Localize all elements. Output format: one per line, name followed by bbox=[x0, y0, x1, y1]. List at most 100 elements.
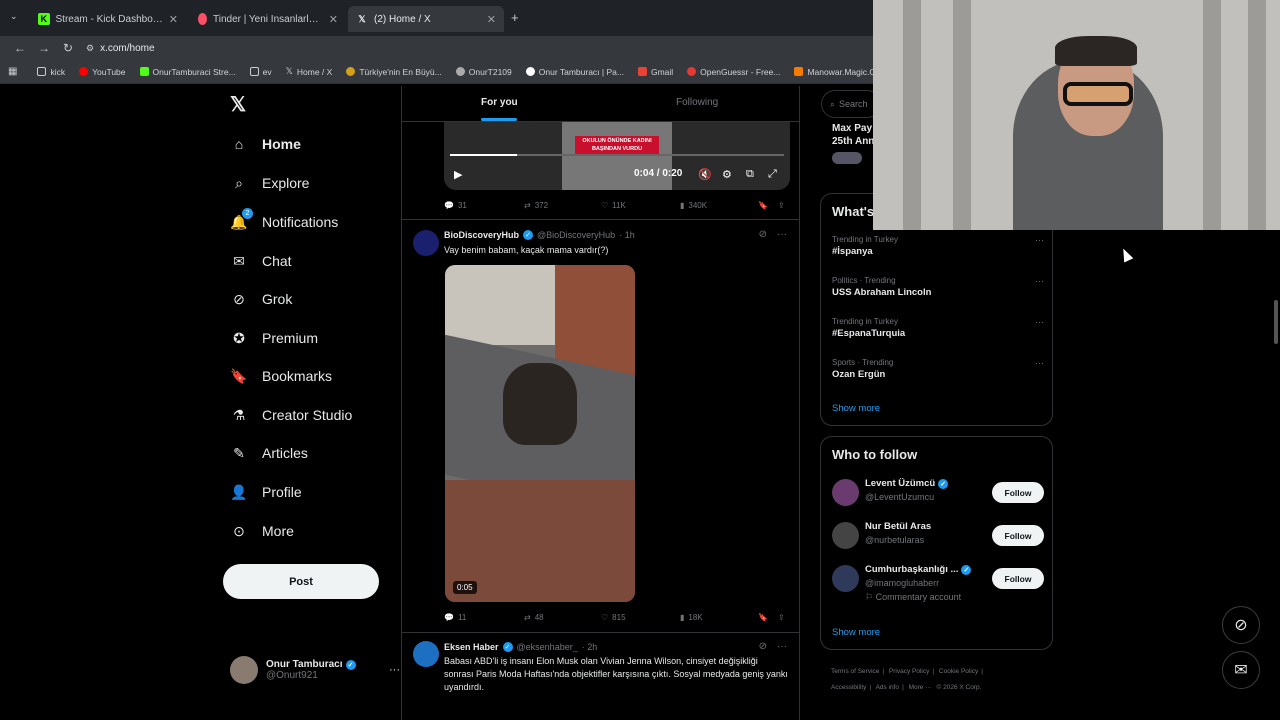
avatar[interactable] bbox=[413, 641, 439, 667]
search-input[interactable]: ⌕ Search bbox=[821, 90, 881, 118]
follow-suggestion[interactable]: Nur Betül Aras @nurbetularas Follow bbox=[832, 520, 1044, 552]
x-logo-icon[interactable]: 𝕏 bbox=[230, 92, 246, 117]
close-icon[interactable]: ✕ bbox=[329, 13, 338, 26]
trend-item[interactable]: Sports · Trending Ozan Ergün ··· bbox=[832, 358, 1044, 380]
bookmark-item[interactable]: Türkiye'nin En Büyü... bbox=[340, 67, 447, 77]
account-switcher[interactable]: Onur Tamburacı ✓ @Onurt921 ··· bbox=[230, 652, 400, 688]
sidebar-item-premium[interactable]: ✪ Premium bbox=[230, 324, 318, 352]
play-icon[interactable]: ▶ bbox=[454, 168, 462, 181]
footer-link[interactable]: Terms of Service bbox=[831, 668, 879, 675]
tweet-author-name[interactable]: BioDiscoveryHub bbox=[444, 230, 519, 240]
site-info-icon[interactable]: ⚙ bbox=[86, 43, 94, 54]
fullscreen-icon[interactable]: ⤢ bbox=[768, 168, 777, 181]
follow-button[interactable]: Follow bbox=[992, 568, 1044, 589]
views-button[interactable]: ▮ 340K bbox=[680, 201, 707, 210]
address-bar[interactable]: ⚙ x.com/home bbox=[86, 38, 155, 58]
bookmark-item[interactable]: 𝕏 Home / X bbox=[280, 66, 339, 77]
tab-tinder[interactable]: Tinder | Yeni İnsanlarla Tanış, İl... ✕ bbox=[190, 6, 346, 32]
volume-mute-icon[interactable]: 🔇 bbox=[698, 168, 712, 181]
more-icon[interactable]: ··· bbox=[1035, 317, 1044, 327]
close-icon[interactable]: ✕ bbox=[169, 13, 178, 26]
footer-link[interactable]: Ads info bbox=[876, 684, 900, 691]
more-icon[interactable]: ··· bbox=[1035, 358, 1044, 368]
video-player[interactable]: OKULUN ÖNÜNDE KADINI BAŞINDAN VURDU ▶ 0:… bbox=[444, 122, 790, 190]
tweet-time[interactable]: · 1h bbox=[619, 230, 635, 240]
share-icon[interactable]: ⇪ bbox=[778, 613, 785, 622]
tweet-author-handle[interactable]: @eksenhaber_ bbox=[517, 642, 578, 652]
sidebar-item-grok[interactable]: ⊘ Grok bbox=[230, 285, 292, 313]
more-icon[interactable]: ··· bbox=[777, 229, 787, 240]
trend-item[interactable]: Trending in Turkey #EspanaTurquia ··· bbox=[832, 317, 1044, 339]
sidebar-item-notifications[interactable]: 🔔 2 Notifications bbox=[230, 208, 338, 236]
like-button[interactable]: ♡ 11K bbox=[601, 201, 626, 210]
back-icon[interactable]: ← bbox=[8, 41, 32, 55]
tweet-author-handle[interactable]: @BioDiscoveryHub bbox=[537, 230, 615, 240]
sidebar-item-articles[interactable]: ✎ Articles bbox=[230, 439, 308, 467]
more-icon[interactable]: ··· bbox=[777, 641, 787, 652]
apps-grid-icon[interactable]: ▦ bbox=[8, 66, 17, 77]
follow-suggestion[interactable]: Levent Üzümcü ✓ @LeventUzumcu Follow bbox=[832, 477, 1044, 509]
close-icon[interactable]: ✕ bbox=[487, 13, 496, 26]
new-tab-button[interactable]: + bbox=[511, 10, 519, 25]
event-card[interactable]: Max Pay 25th Ann bbox=[820, 122, 880, 182]
avatar[interactable] bbox=[413, 230, 439, 256]
share-icon[interactable]: ⇪ bbox=[778, 201, 785, 210]
bookmark-item[interactable]: kick bbox=[31, 67, 71, 77]
sidebar-item-bookmarks[interactable]: 🔖 Bookmarks bbox=[230, 362, 332, 390]
scrollbar[interactable] bbox=[1274, 300, 1278, 344]
bookmark-icon[interactable]: 🔖 bbox=[758, 613, 768, 622]
sidebar-item-explore[interactable]: ⌕ Explore bbox=[230, 169, 309, 197]
like-button[interactable]: ♡ 815 bbox=[601, 613, 626, 622]
bookmark-item[interactable]: Onur Tamburacı | Pa... bbox=[520, 67, 630, 77]
bookmark-item[interactable]: ev bbox=[244, 67, 278, 77]
show-more-link[interactable]: Show more bbox=[832, 627, 880, 638]
tab-x-home[interactable]: 𝕏 (2) Home / X ✕ bbox=[348, 6, 504, 32]
sidebar-item-more[interactable]: ⊙ More bbox=[230, 517, 294, 545]
trend-item[interactable]: Politics · Trending USS Abraham Lincoln … bbox=[832, 276, 1044, 298]
post-button[interactable]: Post bbox=[223, 564, 379, 599]
tab-kick[interactable]: K Stream - Kick Dashboard ✕ bbox=[30, 6, 186, 32]
more-icon[interactable]: ··· bbox=[389, 664, 400, 676]
bookmark-item[interactable]: OnurT2109 bbox=[450, 67, 518, 77]
repost-button[interactable]: ⇄ 48 bbox=[524, 613, 544, 622]
grok-icon[interactable]: ⊘ bbox=[759, 229, 767, 240]
sidebar-item-profile[interactable]: 👤 Profile bbox=[230, 478, 301, 506]
repost-button[interactable]: ⇄ 372 bbox=[524, 201, 548, 210]
footer-link[interactable]: Cookie Policy bbox=[939, 668, 978, 675]
more-icon[interactable]: ··· bbox=[1035, 235, 1044, 245]
follow-suggestion[interactable]: Cumhurbaşkanlığı ... ✓ @imamogluhaberr ⚐ … bbox=[832, 563, 1044, 609]
follow-button[interactable]: Follow bbox=[992, 482, 1044, 503]
footer-link[interactable]: Accessibility bbox=[831, 684, 866, 691]
footer-link[interactable]: More ··· bbox=[909, 684, 932, 691]
grok-floating-button[interactable]: ⊘ bbox=[1222, 606, 1260, 644]
tab-for-you[interactable]: For you bbox=[481, 97, 518, 108]
bookmark-item[interactable]: YouTube bbox=[73, 67, 131, 77]
reply-button[interactable]: 💬 11 bbox=[444, 613, 466, 622]
show-more-link[interactable]: Show more bbox=[832, 403, 880, 414]
tweet-video[interactable]: 0:05 bbox=[445, 265, 635, 602]
reply-button[interactable]: 💬 31 bbox=[444, 201, 467, 210]
follow-button[interactable]: Follow bbox=[992, 525, 1044, 546]
more-icon[interactable]: ··· bbox=[1035, 276, 1044, 286]
bookmark-item[interactable]: Gmail bbox=[632, 67, 679, 77]
tweet-time[interactable]: · 2h bbox=[582, 642, 598, 652]
messages-floating-button[interactable]: ✉ bbox=[1222, 651, 1260, 689]
picture-in-picture-icon[interactable]: ⧉ bbox=[746, 168, 754, 181]
sidebar-item-chat[interactable]: ✉ Chat bbox=[230, 247, 291, 275]
footer-link[interactable]: Privacy Policy bbox=[889, 668, 929, 675]
bookmark-item[interactable]: OpenGuessr - Free... bbox=[681, 67, 786, 77]
sidebar-item-creator-studio[interactable]: ⚗ Creator Studio bbox=[230, 401, 353, 429]
tab-following[interactable]: Following bbox=[676, 97, 718, 108]
grok-icon[interactable]: ⊘ bbox=[759, 641, 767, 652]
sidebar-item-home[interactable]: ⌂ Home bbox=[230, 130, 301, 158]
settings-gear-icon[interactable]: ⚙ bbox=[722, 168, 732, 181]
trend-item[interactable]: Trending in Turkey #İspanya ··· bbox=[832, 235, 1044, 257]
tweet-author-name[interactable]: Eksen Haber bbox=[444, 642, 499, 652]
forward-icon[interactable]: → bbox=[32, 41, 56, 55]
tab-list-icon[interactable]: ⌄ bbox=[10, 11, 18, 22]
views-button[interactable]: ▮ 18K bbox=[680, 613, 703, 622]
reload-icon[interactable]: ↻ bbox=[56, 41, 80, 55]
bookmark-icon[interactable]: 🔖 bbox=[758, 201, 768, 210]
video-progress-bar[interactable] bbox=[450, 154, 784, 156]
bookmark-item[interactable]: OnurTamburaci Stre... bbox=[134, 67, 242, 77]
